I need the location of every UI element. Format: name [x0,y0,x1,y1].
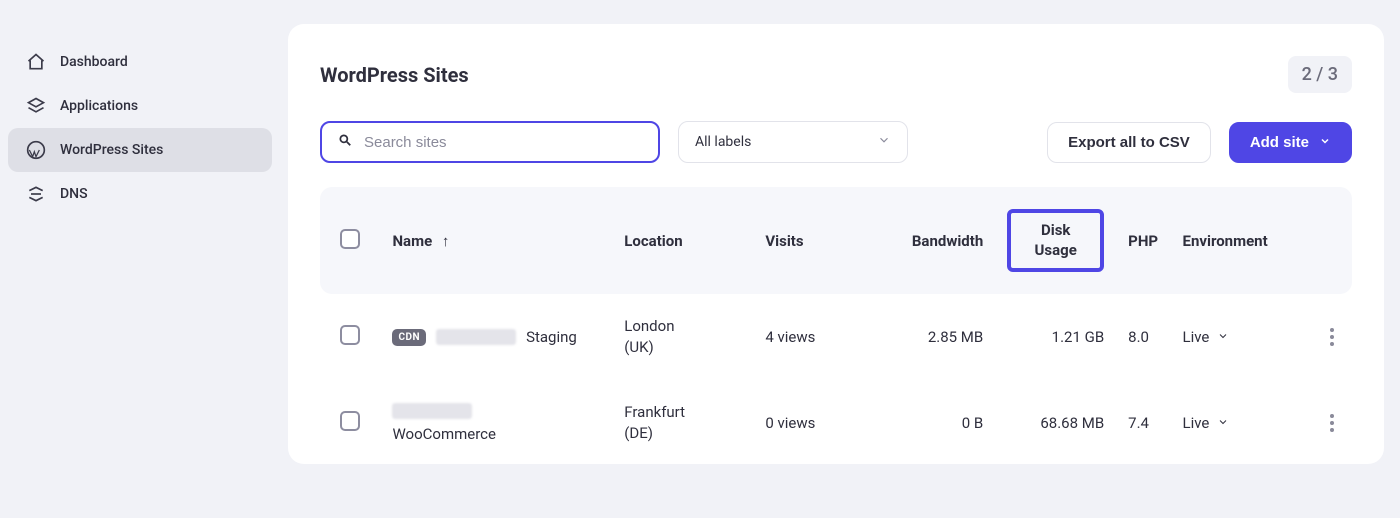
page-title: WordPress Sites [320,63,469,87]
bandwidth-cell: 2.85 MB [864,294,995,380]
main-content: WordPress Sites 2 / 3 All labels [280,0,1400,518]
col-disk-usage[interactable]: Disk Usage [995,187,1116,294]
location-cc: (UK) [624,337,741,358]
table-row: WooCommerce Frankfurt (DE) 0 views 0 B [320,380,1352,466]
sidebar-item-applications[interactable]: Applications [8,84,272,128]
row-checkbox[interactable] [340,411,360,431]
site-name-extra: WooCommerce [392,425,496,443]
filter-row: All labels Export all to CSV Add site [320,121,1352,163]
sidebar-item-dashboard[interactable]: Dashboard [8,40,272,84]
visits-cell: 4 views [753,294,864,380]
php-cell: 8.0 [1116,294,1170,380]
col-environment[interactable]: Environment [1171,187,1312,294]
col-checkbox [320,187,380,294]
chevron-down-icon [1319,134,1331,151]
table-header-row: Name ↑ Location Visits Bandwidth Disk Us… [320,187,1352,294]
add-site-label: Add site [1250,134,1309,151]
col-php[interactable]: PHP [1116,187,1170,294]
location-cell: Frankfurt (DE) [624,402,741,444]
php-cell: 7.4 [1116,380,1170,466]
sidebar: Dashboard Applications WordPress Sites D… [0,0,280,518]
site-name-suffix: Staging [526,328,577,346]
export-csv-button[interactable]: Export all to CSV [1047,122,1211,163]
export-csv-label: Export all to CSV [1068,134,1190,151]
environment-select[interactable]: Live [1183,414,1300,432]
chevron-down-icon [1217,414,1229,432]
environment-select[interactable]: Live [1183,328,1300,346]
disk-cell: 1.21 GB [995,294,1116,380]
location-city: Frankfurt [624,402,741,423]
chevron-down-icon [877,133,891,151]
search-icon [338,133,352,151]
col-actions [1312,187,1352,294]
table-row: CDN Staging London (UK) 4 views [320,294,1352,380]
content-card: WordPress Sites 2 / 3 All labels [288,24,1384,464]
location-cc: (DE) [624,423,741,444]
search-input[interactable] [364,134,642,151]
search-wrap[interactable] [320,121,660,163]
sidebar-item-dns[interactable]: DNS [8,172,272,216]
col-name-label: Name [392,232,432,250]
sidebar-item-label: DNS [60,186,88,202]
row-checkbox[interactable] [340,325,360,345]
col-visits[interactable]: Visits [753,187,864,294]
location-city: London [624,316,741,337]
col-name[interactable]: Name ↑ [380,187,612,294]
row-actions-menu[interactable] [1324,414,1340,432]
redacted-name [436,329,516,345]
labels-select-value: All labels [695,134,751,150]
disk-cell: 68.68 MB [995,380,1116,466]
sites-table: Name ↑ Location Visits Bandwidth Disk Us… [320,187,1352,466]
sidebar-item-label: WordPress Sites [60,142,163,158]
wordpress-icon [26,140,46,160]
row-actions-menu[interactable] [1324,328,1340,346]
add-site-button[interactable]: Add site [1229,122,1352,163]
sidebar-item-label: Dashboard [60,54,128,70]
select-all-checkbox[interactable] [340,229,360,249]
col-location[interactable]: Location [612,187,753,294]
environment-value: Live [1183,328,1210,346]
card-header: WordPress Sites 2 / 3 [320,56,1352,93]
site-name-cell[interactable]: WooCommerce [392,403,600,443]
visits-cell: 0 views [753,380,864,466]
disk-usage-highlight: Disk Usage [1007,209,1104,272]
location-cell: London (UK) [624,316,741,358]
redacted-name [392,403,472,419]
layers-icon [26,96,46,116]
col-bandwidth[interactable]: Bandwidth [864,187,995,294]
dns-icon [26,184,46,204]
sidebar-item-wordpress-sites[interactable]: WordPress Sites [8,128,272,172]
home-icon [26,52,46,72]
sort-ascending-icon: ↑ [442,232,450,250]
labels-select[interactable]: All labels [678,121,908,163]
bandwidth-cell: 0 B [864,380,995,466]
sidebar-item-label: Applications [60,98,138,114]
col-disk-label: Disk Usage [1035,221,1077,259]
site-name-cell[interactable]: CDN Staging [392,328,600,346]
environment-value: Live [1183,414,1210,432]
chevron-down-icon [1217,328,1229,346]
pager[interactable]: 2 / 3 [1288,56,1352,93]
cdn-badge: CDN [392,329,426,346]
